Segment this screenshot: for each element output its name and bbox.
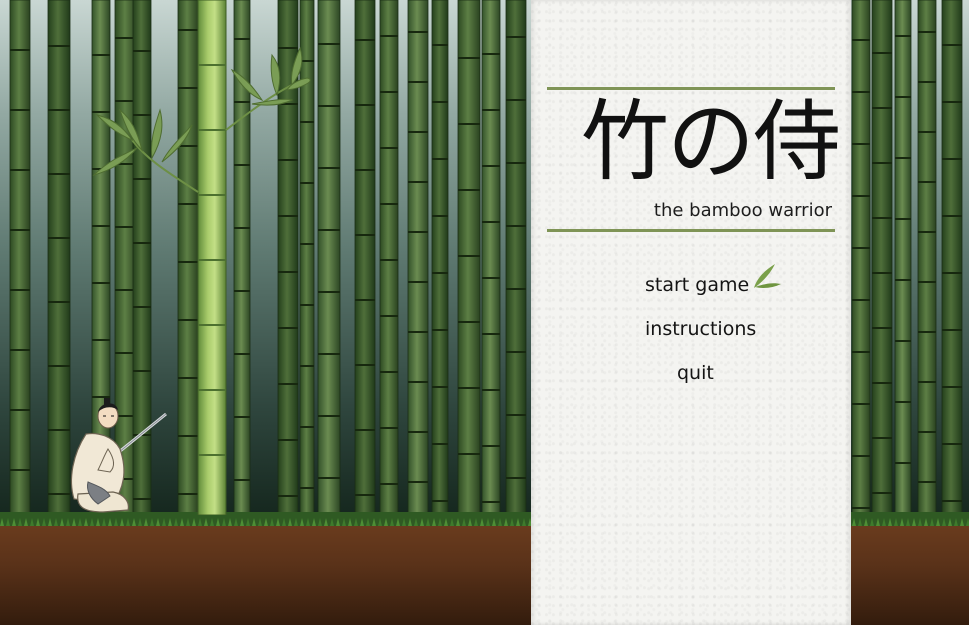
instructions-button[interactable]: instructions (645, 318, 756, 340)
game-subtitle: the bamboo warrior (653, 200, 832, 221)
samurai-character (70, 398, 167, 513)
quit-button[interactable]: quit (677, 362, 714, 384)
game-title-japanese: 竹の侍 (580, 90, 841, 193)
start-game-button[interactable]: start game (645, 274, 749, 296)
bamboo-leaf-icon (754, 264, 781, 288)
title-menu-panel: 竹の侍 the bamboo warrior start game instru… (531, 0, 851, 625)
title-bottom-rule (547, 229, 835, 232)
